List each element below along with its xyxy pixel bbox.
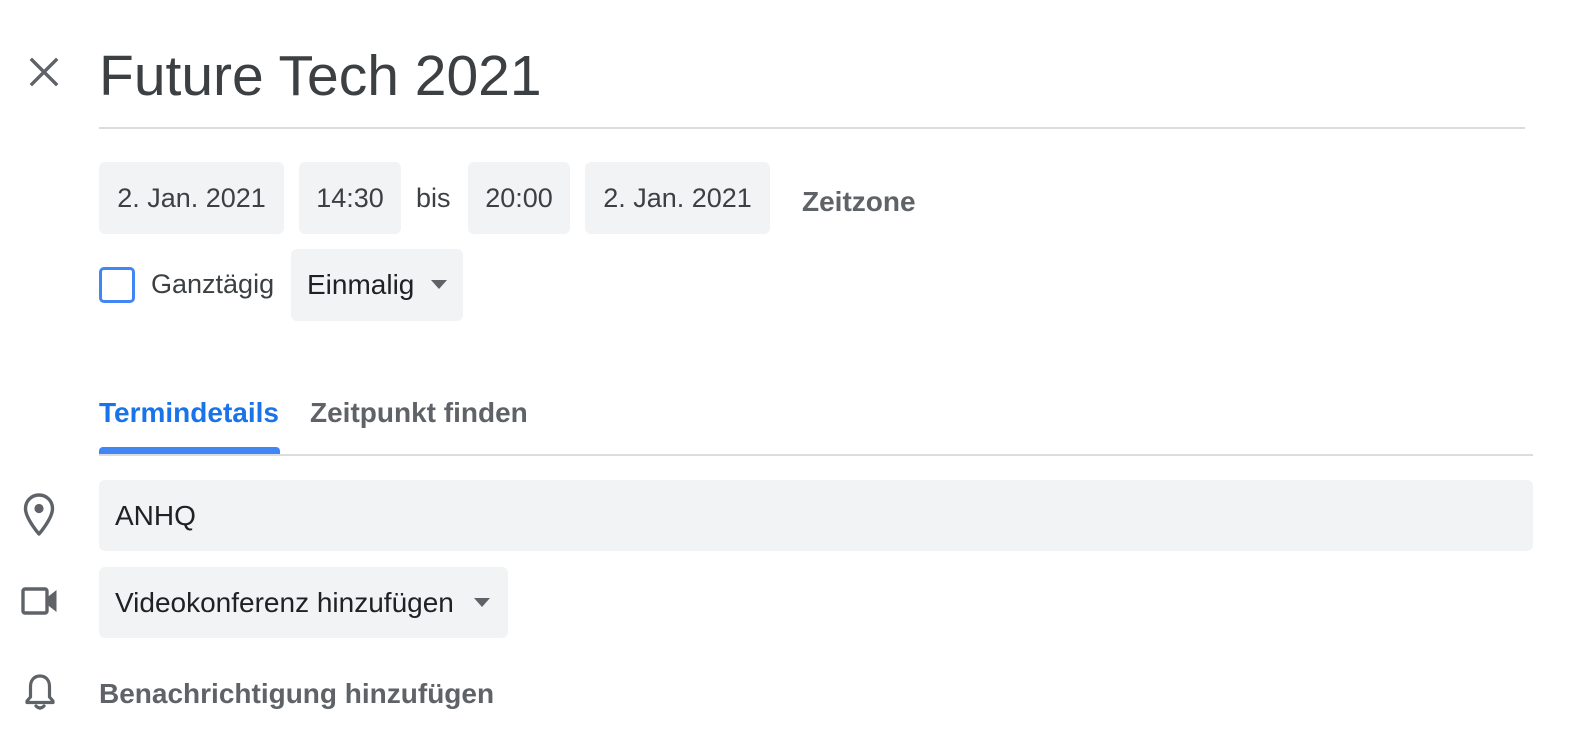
- start-time-button[interactable]: 14:30: [299, 162, 401, 234]
- end-date-button[interactable]: 2. Jan. 2021: [585, 162, 770, 234]
- all-day-checkbox[interactable]: [99, 267, 135, 303]
- video-camera-icon: [20, 584, 60, 618]
- close-icon: [24, 52, 64, 92]
- dropdown-caret-icon: [431, 280, 447, 289]
- recurrence-select[interactable]: Einmalig: [291, 249, 463, 321]
- recurrence-value: Einmalig: [307, 269, 415, 300]
- tab-find-a-time[interactable]: Zeitpunkt finden: [310, 392, 528, 434]
- close-button[interactable]: [20, 48, 68, 96]
- active-tab-indicator: [99, 447, 280, 454]
- tab-divider: [99, 454, 1533, 456]
- location-field[interactable]: [99, 480, 1533, 551]
- end-time-button[interactable]: 20:00: [468, 162, 570, 234]
- location-input[interactable]: [115, 480, 1515, 551]
- range-separator-label: bis: [416, 183, 451, 213]
- start-date-button[interactable]: 2. Jan. 2021: [99, 162, 284, 234]
- add-notification-button[interactable]: Benachrichtigung hinzufügen: [99, 672, 494, 716]
- all-day-label[interactable]: Ganztägig: [151, 266, 274, 302]
- bell-icon: [23, 672, 57, 712]
- video-conference-select[interactable]: Videokonferenz hinzufügen: [99, 567, 508, 638]
- event-title-input[interactable]: [99, 36, 1525, 116]
- video-conference-label: Videokonferenz hinzufügen: [115, 587, 454, 618]
- dropdown-caret-icon: [474, 598, 490, 607]
- title-field-container: [99, 36, 1525, 129]
- location-pin-icon: [22, 492, 56, 538]
- tab-event-details[interactable]: Termindetails: [99, 392, 279, 434]
- timezone-button[interactable]: Zeitzone: [802, 166, 916, 238]
